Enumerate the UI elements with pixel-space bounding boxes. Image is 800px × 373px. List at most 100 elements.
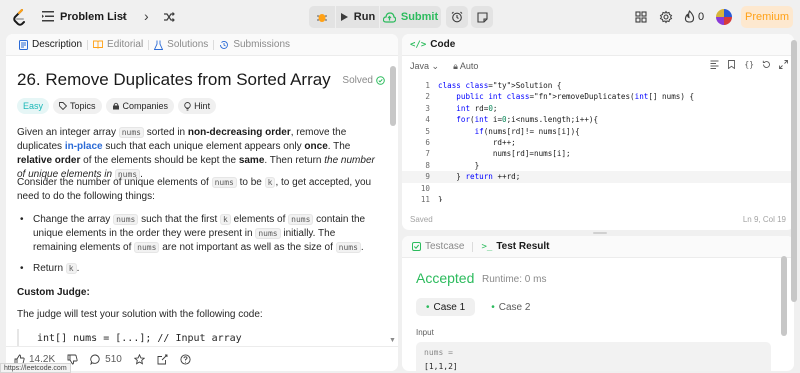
description-paragraph-1: Given an integer array nums sorted in no… (17, 126, 381, 182)
code-text[interactable]: rd++; (438, 137, 516, 148)
expand-icon[interactable] (779, 60, 788, 69)
page-scrollbar[interactable] (791, 40, 797, 360)
tag-icon (59, 102, 68, 110)
braces-icon[interactable]: {} (744, 60, 754, 69)
input-label: Input (416, 328, 434, 337)
code-text[interactable]: } (438, 194, 443, 202)
tab-description[interactable]: Description (14, 34, 87, 56)
solved-label: Solved (342, 74, 373, 86)
code-editor[interactable]: 1 class class="ty">Solution {2 public int… (402, 80, 794, 202)
hint-chip[interactable]: Hint (178, 98, 217, 114)
description-scrollbar[interactable]: ▼ (388, 56, 398, 346)
editor-title: Code (430, 39, 456, 50)
notes-button[interactable] (471, 6, 493, 28)
submit-button[interactable]: Submit (379, 6, 441, 28)
companies-chip[interactable]: Companies (105, 98, 175, 114)
text-span: to be (236, 177, 265, 188)
code-line[interactable]: 7 nums[rd]=nums[i]; (402, 148, 794, 159)
panel-resize-handle[interactable] (593, 232, 607, 234)
problem-list-icon[interactable] (42, 11, 54, 22)
streak-counter[interactable]: 0 (684, 10, 704, 23)
code-line[interactable]: 2 public int class="fn">removeDuplicates… (402, 91, 794, 102)
code-line[interactable]: 4 for(int i=0;i<nums.length;i++){ (402, 114, 794, 125)
flask-icon (154, 40, 164, 50)
code-line[interactable]: 5 if(nums[rd]!= nums[i]){ (402, 126, 794, 137)
in-place-link[interactable]: in-place (65, 141, 103, 152)
code-line[interactable]: 6 rd++; (402, 137, 794, 148)
premium-button[interactable]: Premium (741, 6, 793, 28)
topics-chip[interactable]: Topics (53, 98, 102, 114)
code-line[interactable]: 1 class class="ty">Solution { (402, 80, 794, 91)
page-title[interactable]: 26. Remove Duplicates from Sorted Array (17, 70, 331, 90)
document-icon (19, 39, 28, 50)
bookmark-icon[interactable] (727, 60, 736, 69)
code-text[interactable]: } (438, 160, 480, 171)
tab-description-label: Description (32, 39, 83, 50)
code-text[interactable]: if(nums[rd]!= nums[i]){ (438, 126, 580, 137)
tab-divider (472, 241, 474, 252)
run-button[interactable]: Run (335, 6, 379, 28)
problem-list-label[interactable]: Problem List (60, 11, 127, 23)
terminal-icon: >_ (481, 241, 493, 252)
comments-button[interactable]: 510 (90, 354, 122, 365)
debug-button[interactable] (309, 6, 335, 28)
line-number: 10 (420, 183, 430, 193)
code-text[interactable]: for(int i=0;i<nums.length;i++){ (438, 114, 598, 125)
auto-mode-toggle[interactable]: 🔒︎ Auto (453, 61, 478, 72)
reset-icon[interactable] (762, 60, 771, 69)
prev-problem-icon[interactable]: ‹ (122, 8, 127, 24)
case-tab-2[interactable]: • Case 2 (481, 298, 540, 316)
code-text[interactable]: } return ++rd; (438, 171, 520, 182)
code-line[interactable]: 3 int rd=0; (402, 103, 794, 114)
cloud-upload-icon (382, 11, 396, 23)
case-label: Case 2 (498, 301, 531, 313)
line-number: 2 (425, 92, 430, 102)
share-icon[interactable] (157, 354, 168, 365)
language-select[interactable]: Java ⌄ (410, 61, 439, 72)
tab-editorial[interactable]: Editorial (88, 34, 148, 56)
code-text[interactable]: class class="ty">Solution { (438, 80, 561, 91)
requirement-bullet-1: Change the array nums such that the firs… (17, 213, 381, 255)
code-line[interactable]: 11} (402, 194, 794, 202)
difficulty-badge: Easy (17, 98, 50, 114)
code-brackets-icon: </> (410, 39, 427, 50)
avatar[interactable] (716, 9, 732, 25)
code-line[interactable]: 10 (402, 183, 794, 194)
shuffle-icon[interactable] (163, 11, 175, 23)
line-number: 3 (425, 103, 430, 113)
scrollbar-thumb[interactable] (390, 66, 396, 126)
layout-grid-icon[interactable] (634, 10, 648, 24)
tab-submissions[interactable]: Submissions (214, 34, 295, 56)
test-panel-scrollbar-thumb[interactable] (781, 256, 787, 336)
save-status: Saved (410, 214, 433, 224)
text-span: Consider the number of unique elements o… (17, 177, 212, 188)
timer-button[interactable] (446, 6, 468, 28)
tab-testcase[interactable]: Testcase (410, 236, 466, 258)
leetcode-logo-icon[interactable] (12, 9, 28, 26)
code-text[interactable]: nums[rd]=nums[i]; (438, 148, 571, 159)
description-paragraph-2: Consider the number of unique elements o… (17, 176, 381, 204)
code-line[interactable]: 9 } return ++rd; (402, 171, 794, 183)
code-text[interactable]: int rd=0; (438, 103, 497, 114)
auto-label: Auto (459, 60, 479, 71)
help-icon[interactable] (180, 353, 191, 365)
code-text[interactable]: public int class="fn">removeDuplicates(i… (438, 91, 694, 102)
language-value: Java (410, 60, 430, 71)
tab-test-result[interactable]: >_ Test Result (479, 236, 551, 258)
requirement-bullet-2: Return k. (17, 262, 381, 276)
next-problem-icon[interactable]: › (144, 8, 149, 24)
format-icon[interactable] (710, 60, 719, 69)
code-line[interactable]: 8 } (402, 160, 794, 171)
settings-gear-icon[interactable] (659, 10, 673, 24)
star-icon[interactable] (133, 353, 145, 365)
top-bar: Problem List ‹ › Run Submit 0 Premium (0, 0, 800, 34)
alarm-clock-icon (451, 11, 463, 23)
page-scrollbar-thumb[interactable] (791, 40, 797, 302)
tab-solutions[interactable]: Solutions (149, 34, 213, 56)
case-tab-1[interactable]: • Case 1 (416, 298, 476, 316)
scroll-down-arrow-icon[interactable]: ▼ (389, 337, 396, 344)
line-number: 1 (425, 81, 430, 90)
text-span: such that the first (138, 214, 221, 225)
lightbulb-icon (184, 101, 191, 110)
check-circle-icon (376, 75, 385, 85)
